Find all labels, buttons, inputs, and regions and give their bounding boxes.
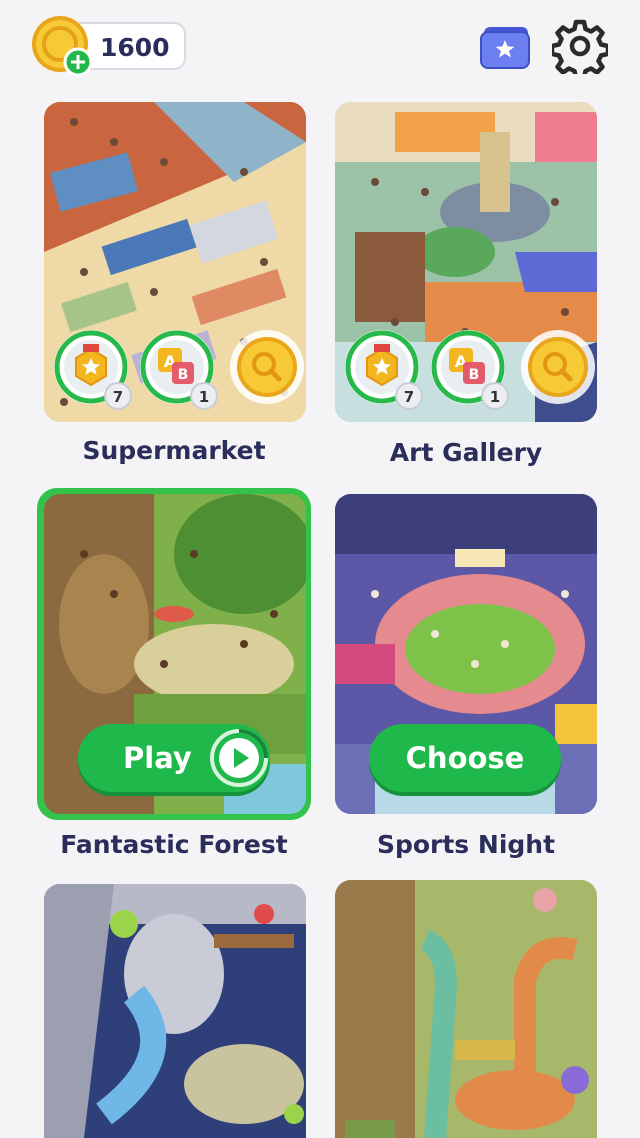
medal-count: 7 [395, 382, 423, 410]
play-label: Play [123, 741, 192, 775]
choose-label: Choose [405, 741, 525, 775]
level-title: Supermarket [82, 436, 266, 465]
progress-badges: 7 A B 1 [52, 328, 304, 412]
ab-count: 1 [481, 382, 509, 410]
play-button[interactable]: Play [78, 724, 270, 792]
level-card-supermarket[interactable]: 7 A B 1 [44, 102, 306, 422]
magnifier-coin-icon [521, 330, 595, 404]
level-title: Sports Night [376, 830, 556, 859]
level-card-dragon-cave[interactable] [44, 884, 306, 1138]
level-card-fantastic-forest[interactable]: Play [44, 494, 306, 814]
choose-button[interactable]: Choose [369, 724, 561, 792]
medal-count: 7 [104, 382, 132, 410]
level-card-sports-night[interactable]: Choose [335, 494, 597, 814]
dinosaur-jungle-artwork [335, 880, 597, 1138]
level-card-art-gallery[interactable]: 7 A B 1 [335, 102, 597, 422]
coin-icon[interactable] [30, 14, 96, 80]
star-wallet-icon[interactable] [480, 24, 532, 70]
coin-amount: 1600 [100, 33, 170, 62]
magnifier-coin-icon [230, 330, 304, 404]
ab-count: 1 [190, 382, 218, 410]
level-card-dinosaur-jungle[interactable] [335, 880, 597, 1138]
level-title: Fantastic Forest [60, 830, 288, 859]
gear-icon[interactable] [552, 18, 608, 74]
dragon-cave-artwork [44, 884, 306, 1138]
progress-badges: 7 A B 1 [343, 328, 595, 412]
play-icon [210, 729, 268, 787]
svg-text:B: B [469, 367, 480, 383]
level-title: Art Gallery [389, 438, 543, 467]
svg-text:B: B [178, 367, 189, 383]
